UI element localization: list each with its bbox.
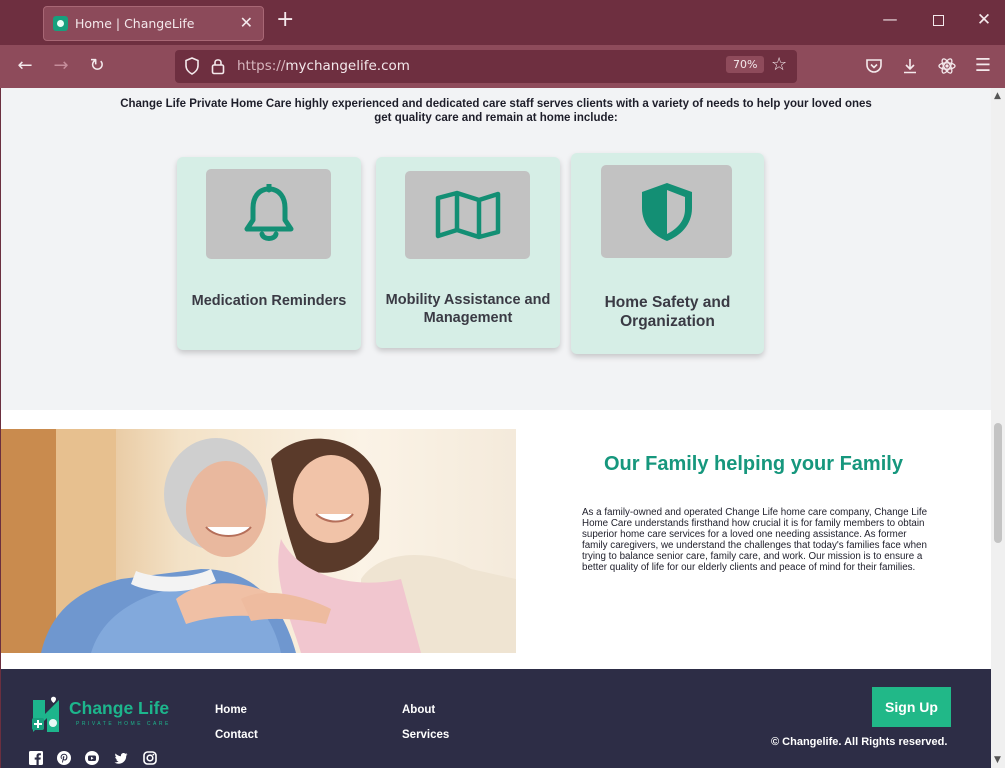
youtube-icon[interactable] [85,751,99,765]
pocket-icon[interactable] [862,54,886,78]
services-section: Change Life Private Home Care highly exp… [1,88,991,410]
service-card-label: Medication Reminders [191,293,347,309]
lock-icon[interactable] [210,57,226,75]
browser-tab[interactable]: Home | ChangeLife ✕ [43,6,264,41]
hamburger-menu-icon[interactable]: ☰ [971,54,995,78]
browser-navbar: ← → ↻ https://mychangelife.com 70% ☆ ☰ [0,45,1005,88]
scroll-down-arrow-icon[interactable]: ▼ [994,755,1001,765]
zoom-level-badge[interactable]: 70% [726,56,765,73]
twitter-icon[interactable] [114,751,128,765]
pinterest-icon[interactable] [57,751,71,765]
window-close-button[interactable]: ✕ [973,10,995,32]
shield-icon [641,182,692,241]
map-icon [435,190,500,240]
bookmark-star-icon[interactable]: ☆ [771,54,787,75]
bell-icon [244,184,293,241]
download-icon[interactable] [898,54,922,78]
services-intro: Change Life Private Home Care highly exp… [120,98,872,124]
new-tab-button[interactable]: + [276,9,294,31]
maximize-button[interactable] [927,10,949,32]
family-heading: Our Family helping your Family [604,453,903,475]
url-text[interactable]: https://mychangelife.com [237,58,410,74]
service-card-mobility[interactable]: Mobility Assistance and Management [376,157,560,348]
back-button[interactable]: ← [13,54,37,78]
instagram-icon[interactable] [143,751,157,765]
service-card-medication[interactable]: Medication Reminders [177,157,361,350]
page-viewport: Change Life Private Home Care highly exp… [1,88,991,768]
service-card-image [601,165,732,258]
minimize-button[interactable]: — [879,10,901,32]
service-card-home-safety[interactable]: Home Safety and Organization [571,153,764,354]
footer-link-about[interactable]: About [402,704,435,716]
scroll-thumb[interactable] [994,423,1002,543]
service-card-label: Mobility Assistance and Management [385,292,551,326]
footer-link-services[interactable]: Services [402,729,449,741]
footer-link-home[interactable]: Home [215,704,247,716]
caregiver-photo [1,429,516,653]
service-card-image [206,169,331,259]
footer-link-contact[interactable]: Contact [215,729,258,741]
tracking-shield-icon[interactable] [184,57,200,75]
copyright-text: © Changelife. All Rights reserved. [771,736,948,748]
page-scrollbar[interactable]: ▲ ▼ [991,88,1005,768]
site-footer: Change Life PRIVATE HOME CARE Home Conta… [1,669,991,768]
scroll-up-arrow-icon[interactable]: ▲ [994,91,1001,101]
url-bar[interactable]: https://mychangelife.com 70% ☆ [175,50,797,83]
favicon-icon [53,16,68,31]
react-devtools-icon[interactable] [935,54,959,78]
family-body-text: As a family-owned and operated Change Li… [582,507,928,573]
logo-subtitle: PRIVATE HOME CARE [76,721,171,727]
sign-up-button[interactable]: Sign Up [872,687,951,727]
forward-button[interactable]: → [49,54,73,78]
browser-titlebar: Home | ChangeLife ✕ + — ✕ [0,0,1005,45]
tab-title: Home | ChangeLife [75,16,195,31]
logo-icon [32,696,59,732]
reload-button[interactable]: ↻ [85,54,109,78]
service-card-image [405,171,530,259]
service-card-label: Home Safety and Organization [604,294,731,330]
facebook-icon[interactable] [29,751,43,765]
logo-text: Change Life [69,698,170,718]
close-tab-icon[interactable]: ✕ [240,13,253,32]
changelife-logo[interactable]: Change Life PRIVATE HOME CARE [29,696,179,738]
family-section: Our Family helping your Family As a fami… [1,410,991,669]
